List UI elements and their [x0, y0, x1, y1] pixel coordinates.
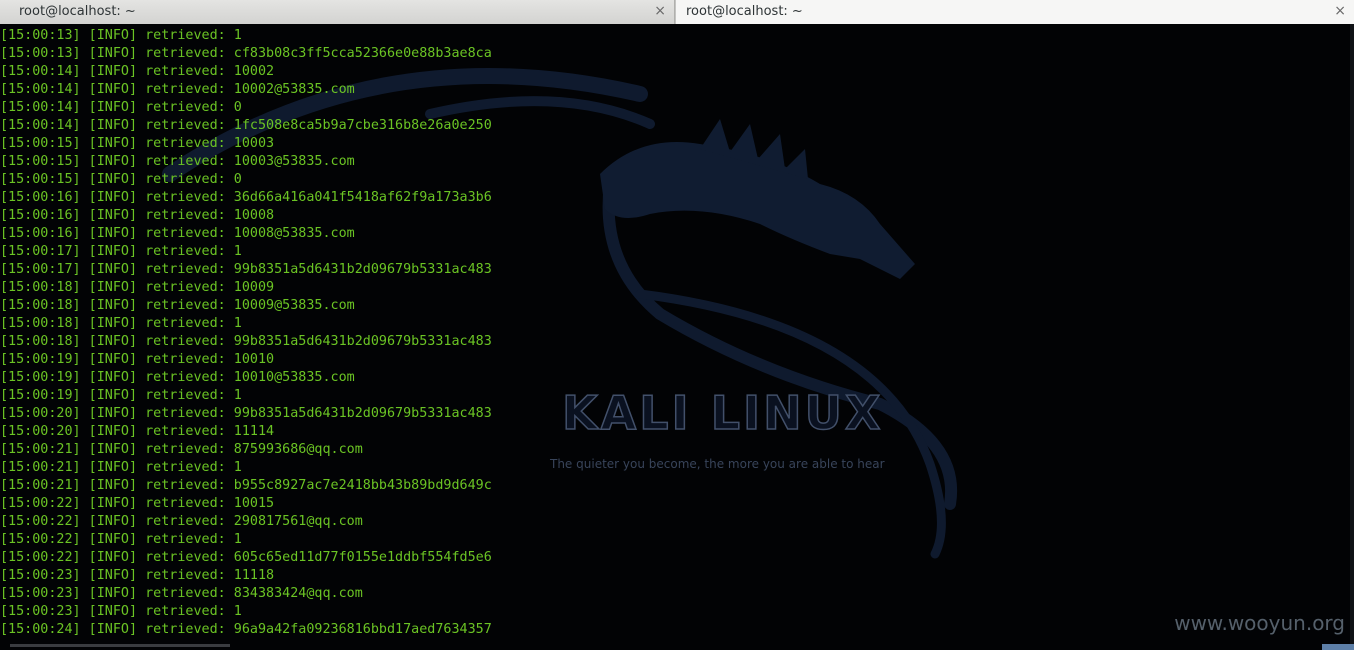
log-line: [15:00:13] [INFO] retrieved: 1: [0, 28, 242, 43]
log-line: [15:00:22] [INFO] retrieved: 290817561@q…: [0, 514, 363, 529]
close-icon[interactable]: ×: [654, 0, 666, 23]
log-line: [15:00:18] [INFO] retrieved: 10009: [0, 280, 275, 295]
log-line: [15:00:15] [INFO] retrieved: 0: [0, 172, 242, 187]
log-line: [15:00:19] [INFO] retrieved: 10010@53835…: [0, 370, 355, 385]
log-line: [15:00:15] [INFO] retrieved: 10003@53835…: [0, 154, 355, 169]
close-icon[interactable]: ×: [1334, 0, 1346, 23]
wooyun-watermark: www.wooyun.org: [1174, 611, 1345, 635]
log-line: [15:00:23] [INFO] retrieved: 834383424@q…: [0, 586, 363, 601]
log-line: [15:00:21] [INFO] retrieved: 875993686@q…: [0, 442, 363, 457]
kali-logo-text: KALI LINUX: [561, 385, 884, 441]
terminal-scrollbar[interactable]: [1350, 24, 1354, 650]
log-line: [15:00:16] [INFO] retrieved: 10008: [0, 208, 275, 223]
log-line: [15:00:18] [INFO] retrieved: 99b8351a5d6…: [0, 334, 492, 349]
tab-title: root@localhost: ~: [19, 4, 136, 19]
kali-tagline: The quieter you become, the more you are…: [550, 457, 885, 471]
log-line: [15:00:14] [INFO] retrieved: 1fc508e8ca5…: [0, 118, 492, 133]
log-line: [15:00:13] [INFO] retrieved: cf83b08c3ff…: [0, 46, 492, 61]
log-line: [15:00:16] [INFO] retrieved: 10008@53835…: [0, 226, 355, 241]
log-line: [15:00:19] [INFO] retrieved: 1: [0, 388, 242, 403]
log-line: [15:00:14] [INFO] retrieved: 10002@53835…: [0, 82, 355, 97]
log-line: [15:00:18] [INFO] retrieved: 10009@53835…: [0, 298, 355, 313]
log-line: [15:00:20] [INFO] retrieved: 11114: [0, 424, 275, 439]
bottom-panel: [10, 644, 230, 647]
log-line: [15:00:23] [INFO] retrieved: 11118: [0, 568, 275, 583]
log-line: [15:00:22] [INFO] retrieved: 1: [0, 532, 242, 547]
terminal-tab-bar: root@localhost: ~ × root@localhost: ~ ×: [0, 0, 1354, 24]
log-line: [15:00:23] [INFO] retrieved: 1: [0, 604, 242, 619]
corner-panel: [1322, 644, 1354, 650]
log-line: [15:00:19] [INFO] retrieved: 10010: [0, 352, 275, 367]
log-line: [15:00:17] [INFO] retrieved: 1: [0, 244, 242, 259]
terminal-output: [15:00:13] [INFO] retrieved: 1 [15:00:13]…: [0, 27, 492, 639]
tab-title: root@localhost: ~: [686, 4, 803, 19]
terminal-area[interactable]: KALI LINUX The quieter you become, the m…: [0, 24, 1354, 650]
log-line: [15:00:15] [INFO] retrieved: 10003: [0, 136, 275, 151]
log-line: [15:00:14] [INFO] retrieved: 0: [0, 100, 242, 115]
log-line: [15:00:14] [INFO] retrieved: 10002: [0, 64, 275, 79]
log-line: [15:00:22] [INFO] retrieved: 605c65ed11d…: [0, 550, 492, 565]
log-line: [15:00:18] [INFO] retrieved: 1: [0, 316, 242, 331]
terminal-tab-1[interactable]: root@localhost: ~ ×: [0, 0, 675, 24]
log-line: [15:00:17] [INFO] retrieved: 99b8351a5d6…: [0, 262, 492, 277]
log-line: [15:00:20] [INFO] retrieved: 99b8351a5d6…: [0, 406, 492, 421]
log-line: [15:00:21] [INFO] retrieved: b955c8927ac…: [0, 478, 492, 493]
terminal-tab-2[interactable]: root@localhost: ~ ×: [675, 0, 1354, 24]
log-line: [15:00:22] [INFO] retrieved: 10015: [0, 496, 275, 511]
log-line: [15:00:21] [INFO] retrieved: 1: [0, 460, 242, 475]
log-line: [15:00:16] [INFO] retrieved: 36d66a416a0…: [0, 190, 492, 205]
log-line: [15:00:24] [INFO] retrieved: 96a9a42fa09…: [0, 622, 492, 637]
